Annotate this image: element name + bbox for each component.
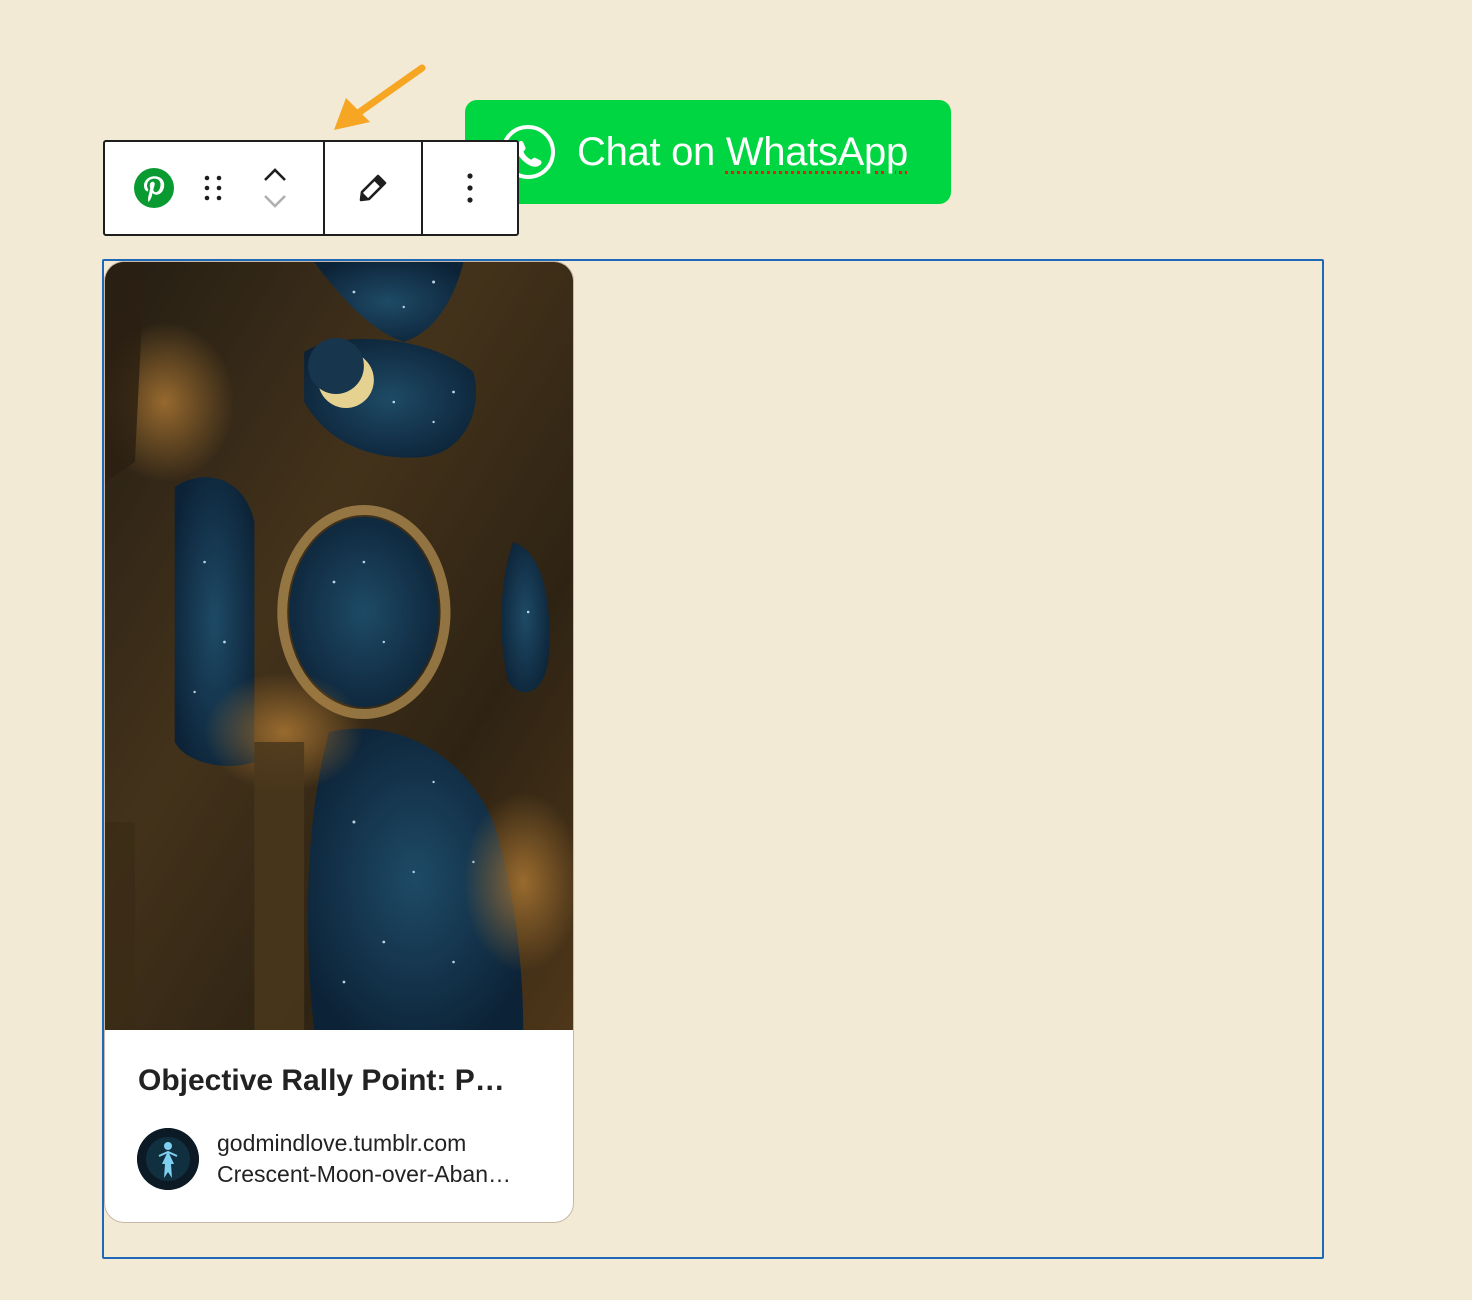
whatsapp-button-label: Chat on WhatsApp [577,129,908,174]
toolbar-block-group [105,142,323,234]
pin-image[interactable] [105,262,573,1030]
chevron-down-icon[interactable] [261,191,289,211]
more-vertical-icon[interactable] [464,170,476,206]
toolbar-edit-group [323,142,421,234]
pin-card[interactable]: Objective Rally Point: P… godmindlove.tu… [104,261,574,1223]
whatsapp-chat-button[interactable]: Chat on WhatsApp [465,100,951,204]
avatar[interactable] [137,1128,199,1190]
pin-source-row: godmindlove.tumblr.com Crescent-Moon-ove… [137,1128,535,1190]
block-toolbar [103,140,519,236]
block-mover [261,165,289,211]
pin-source-path: Crescent-Moon-over-Aban… [217,1161,512,1187]
pin-source-domain[interactable]: godmindlove.tumblr.com [217,1128,535,1159]
drag-handle-icon[interactable] [201,170,225,206]
pin-source: godmindlove.tumblr.com Crescent-Moon-ove… [217,1128,535,1190]
pencil-icon[interactable] [357,172,389,204]
editor-canvas: Chat on WhatsApp Objective Rally Point: … [0,0,1472,1300]
spellcheck-word: WhatsApp [725,129,908,174]
pin-title[interactable]: Objective Rally Point: P… [138,1064,538,1098]
annotation-arrow [334,64,426,130]
pinterest-icon[interactable] [133,167,175,209]
toolbar-more-group [421,142,517,234]
chevron-up-icon[interactable] [261,165,289,185]
